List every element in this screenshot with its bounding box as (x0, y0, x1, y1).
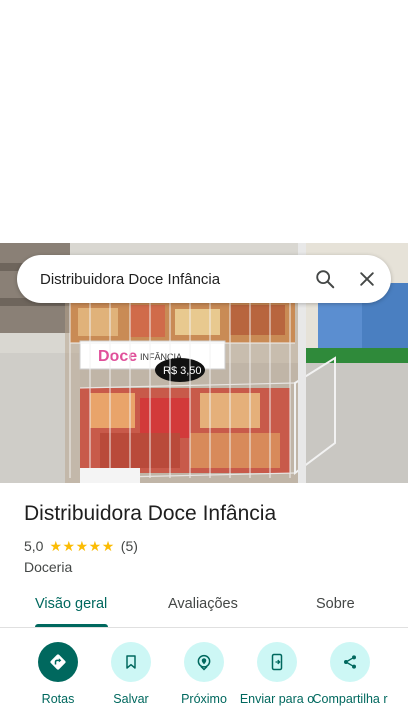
star-icon: ★ (62, 538, 76, 554)
bookmark-icon[interactable] (111, 642, 151, 682)
share-icon[interactable] (330, 642, 370, 682)
search-query-text[interactable]: Distribuidora Doce Infância (40, 271, 307, 288)
star-icon: ★ (101, 538, 115, 554)
tab-reviews[interactable]: Avaliações (168, 596, 238, 612)
tab-bar: Visão geral Avaliações Sobre (0, 586, 408, 628)
share-button[interactable]: Compartilha r (310, 642, 390, 707)
price-tag-text: R$ 3,50 (163, 365, 202, 377)
place-info: Distribuidora Doce Infância 5,0 ★ ★ ★ ★ … (24, 500, 394, 575)
place-title: Distribuidora Doce Infância (24, 502, 277, 525)
close-icon[interactable] (349, 261, 385, 297)
action-buttons: Rotas Salvar Próximo Enviar para o Compa… (0, 640, 408, 726)
place-category: Doceria (24, 559, 73, 575)
save-label: Salvar (113, 692, 149, 706)
star-icon: ★ (88, 538, 102, 554)
search-icon[interactable] (307, 261, 343, 297)
search-bar[interactable]: Distribuidora Doce Infância (17, 255, 391, 303)
review-count[interactable]: (5) (121, 538, 138, 554)
map-area-blank (0, 0, 408, 243)
nearby-label: Próximo (181, 692, 227, 706)
directions-label: Rotas (41, 692, 75, 706)
share-label: Compartilha r (312, 692, 388, 706)
send-to-phone-label: Enviar para o (239, 692, 315, 706)
nearby-button[interactable]: Próximo (164, 642, 244, 707)
tab-about[interactable]: Sobre (316, 596, 355, 612)
rating-row[interactable]: 5,0 ★ ★ ★ ★ ★ (5) (24, 537, 394, 555)
send-to-phone-icon[interactable] (257, 642, 297, 682)
active-tab-indicator (35, 624, 108, 627)
star-icon: ★ (75, 538, 89, 554)
send-to-phone-button[interactable]: Enviar para o (237, 642, 317, 707)
rating-value: 5,0 (24, 538, 44, 554)
nearby-icon[interactable] (184, 642, 224, 682)
star-rating: ★ ★ ★ ★ ★ (49, 539, 114, 553)
directions-icon[interactable] (38, 642, 78, 682)
star-icon: ★ (49, 538, 63, 554)
tab-overview[interactable]: Visão geral (35, 596, 107, 612)
save-button[interactable]: Salvar (91, 642, 171, 707)
directions-button[interactable]: Rotas (18, 642, 98, 707)
sign-brand-text: Doce (98, 348, 137, 365)
